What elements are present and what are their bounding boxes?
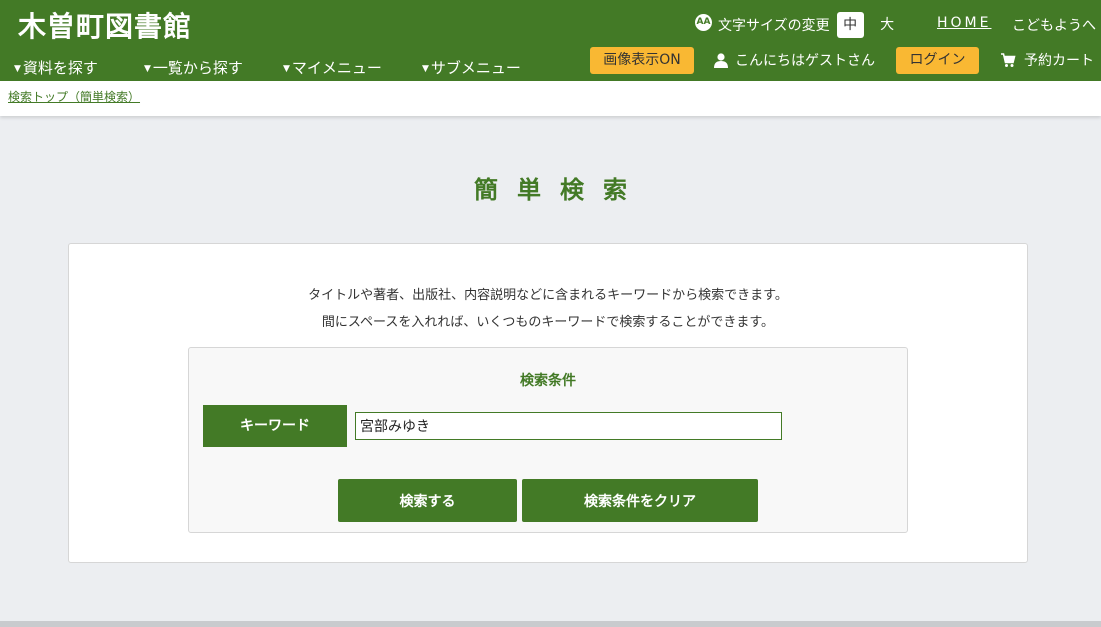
cart-label: 予約カート <box>1024 53 1094 69</box>
conditions-title: 検索条件 <box>520 373 576 389</box>
nav-my-menu[interactable]: ▼ マイメニュー <box>283 57 382 78</box>
reservation-cart-link[interactable]: 予約カート <box>1000 50 1094 70</box>
keyword-input[interactable] <box>355 412 782 440</box>
caret-down-icon: ▼ <box>14 64 21 74</box>
font-size-control: AA 文字サイズの変更 中 大 <box>695 12 901 38</box>
greeting-text: こんにちはゲストさん <box>735 53 875 69</box>
caret-down-icon: ▼ <box>283 64 290 74</box>
caret-down-icon: ▼ <box>422 64 429 74</box>
user-greeting: こんにちはゲストさん <box>713 50 875 70</box>
user-icon <box>714 53 728 68</box>
site-title[interactable]: 木曽町図書館 <box>18 5 192 45</box>
nav-sub-menu[interactable]: ▼ サブメニュー <box>422 57 521 78</box>
simple-search-panel: タイトルや著者、出版社、内容説明などに含まれるキーワードから検索できます。 間に… <box>68 243 1028 563</box>
kids-page-link[interactable]: こどもようへ <box>1012 15 1096 35</box>
site-header: 木曽町図書館 ▼ 資料を探す ▼ 一覧から探す ▼ マイメニュー ▼ サブメニュー AA… <box>0 0 1101 81</box>
nav-label: 資料を探す <box>22 59 98 77</box>
search-button[interactable]: 検索する <box>338 479 517 522</box>
clear-conditions-button[interactable]: 検索条件をクリア <box>522 479 758 522</box>
nav-label: マイメニュー <box>291 59 382 77</box>
nav-search-materials[interactable]: ▼ 資料を探す <box>14 57 98 78</box>
cart-icon <box>1001 52 1016 67</box>
home-link[interactable]: HOME <box>937 15 991 31</box>
nav-label: サブメニュー <box>430 59 521 77</box>
font-size-large-button[interactable]: 大 <box>874 12 901 38</box>
font-size-label: 文字サイズの変更 <box>718 18 830 34</box>
breadcrumb-search-top[interactable]: 検索トップ（簡単検索） <box>8 88 140 105</box>
keyword-label: キーワード <box>203 405 347 447</box>
nav-label: 一覧から探す <box>152 59 243 77</box>
image-display-toggle-button[interactable]: 画像表示ON <box>590 47 694 74</box>
footer-edge <box>0 621 1101 627</box>
font-size-medium-button[interactable]: 中 <box>836 12 864 38</box>
description-line: タイトルや著者、出版社、内容説明などに含まれるキーワードから検索できます。 <box>308 288 788 303</box>
page-title: 簡単検索 <box>474 176 646 204</box>
caret-down-icon: ▼ <box>144 64 151 74</box>
search-conditions-box: 検索条件 キーワード 検索する 検索条件をクリア <box>188 347 908 533</box>
nav-browse-lists[interactable]: ▼ 一覧から探す <box>144 57 243 78</box>
breadcrumb-bar: 検索トップ（簡単検索） <box>0 81 1101 116</box>
font-size-icon: AA <box>695 13 712 31</box>
login-button[interactable]: ログイン <box>896 47 979 74</box>
description-line: 間にスペースを入れれば、いくつものキーワードで検索することができます。 <box>321 315 775 330</box>
